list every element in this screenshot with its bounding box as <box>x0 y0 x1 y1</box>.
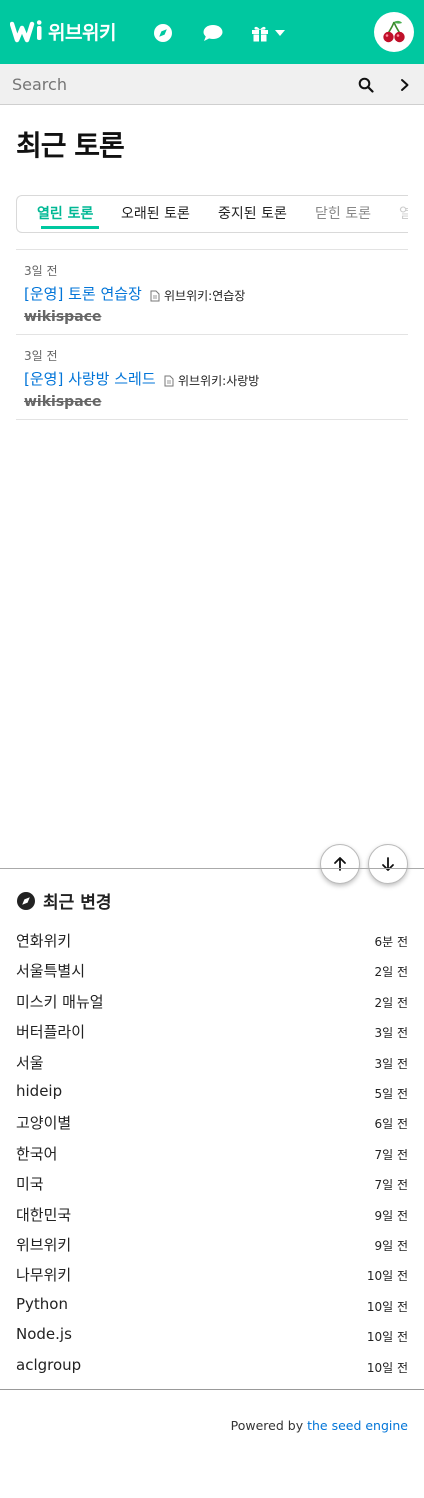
list-item[interactable]: aclgroup 10일 전 <box>16 1350 408 1380</box>
recent-change-time: 10일 전 <box>366 1330 408 1345</box>
search-bar <box>0 64 424 105</box>
list-item[interactable]: 미국 7일 전 <box>16 1167 408 1197</box>
thread-user[interactable]: wikispace <box>24 309 101 325</box>
footer: Powered by the seed engine <box>231 1418 408 1433</box>
recent-change-time: 10일 전 <box>366 1299 408 1314</box>
recent-change-time: 7일 전 <box>374 1147 408 1162</box>
page-title: 최근 토론 <box>16 129 125 162</box>
thread-user[interactable]: wikispace <box>24 394 101 410</box>
recent-change-link[interactable]: 미스키 매뉴얼 <box>16 991 104 1012</box>
recent-change-link[interactable]: 서울특별시 <box>16 960 85 981</box>
list-item[interactable]: 나무위키 10일 전 <box>16 1258 408 1288</box>
seed-engine-link[interactable]: the seed engine <box>307 1418 408 1433</box>
list-item[interactable]: 한국어 7일 전 <box>16 1137 408 1167</box>
recent-change-time: 10일 전 <box>366 1269 408 1284</box>
recent-change-link[interactable]: 연화위키 <box>16 930 71 951</box>
compass-icon[interactable] <box>150 20 176 46</box>
list-item: 3일 전 [운영] 토론 연습장 위브위키:연습장 wikispace <box>16 249 408 334</box>
list-item[interactable]: 서울특별시 2일 전 <box>16 954 408 984</box>
list-item[interactable]: Python 10일 전 <box>16 1289 408 1319</box>
scroll-up-button[interactable] <box>320 844 360 884</box>
recent-change-time: 2일 전 <box>374 995 408 1010</box>
tab-old-discussions[interactable]: 오래된 토론 <box>121 196 190 232</box>
list-item[interactable]: 고양이별 6일 전 <box>16 1106 408 1136</box>
list-item[interactable]: hideip 5일 전 <box>16 1076 408 1106</box>
recent-change-time: 6분 전 <box>374 935 408 949</box>
arrow-up-icon <box>334 857 346 871</box>
tab-overflow[interactable]: 열린 <box>399 196 408 232</box>
thread-title-link[interactable]: [운영] 토론 연습장 <box>24 283 142 304</box>
recent-change-link[interactable]: 고양이별 <box>16 1112 71 1133</box>
tab-closed-discussions[interactable]: 닫힌 토론 <box>315 196 371 232</box>
top-navbar: 위브위키 <box>0 0 424 64</box>
recent-change-time: 9일 전 <box>374 1239 408 1253</box>
recent-change-link[interactable]: Python <box>16 1295 68 1313</box>
recent-change-time: 3일 전 <box>374 1056 408 1071</box>
list-item[interactable]: 버터플라이 3일 전 <box>16 1015 408 1045</box>
compass-icon <box>17 891 35 910</box>
list-item[interactable]: 위브위키 9일 전 <box>16 1228 408 1258</box>
recent-change-time: 2일 전 <box>374 965 408 980</box>
gift-menu-button[interactable] <box>250 20 296 46</box>
document-icon <box>150 290 160 301</box>
list-item: 3일 전 [운영] 사랑방 스레드 위브위키:사랑방 wikispace <box>16 334 408 419</box>
thread-time: 3일 전 <box>24 264 58 278</box>
document-icon <box>164 375 174 386</box>
recent-change-link[interactable]: 위브위키 <box>16 1234 71 1255</box>
brand-name: 위브위키 <box>48 22 116 44</box>
recent-change-time: 9일 전 <box>374 1208 408 1223</box>
recent-change-link[interactable]: aclgroup <box>16 1356 81 1374</box>
arrow-down-icon <box>382 857 394 871</box>
footer-prefix: Powered by <box>230 1418 308 1433</box>
recent-change-time: 6일 전 <box>374 1117 408 1132</box>
recent-change-link[interactable]: 버터플라이 <box>16 1021 85 1042</box>
tab-open-discussions[interactable]: 열린 토론 <box>37 196 100 232</box>
divider <box>0 868 424 869</box>
recent-change-time: 10일 전 <box>366 1360 408 1375</box>
list-item[interactable]: 대한민국 9일 전 <box>16 1198 408 1228</box>
list-item[interactable]: Node.js 10일 전 <box>16 1319 408 1349</box>
recent-change-time: 5일 전 <box>374 1087 408 1101</box>
recent-change-link[interactable]: 미국 <box>16 1173 44 1194</box>
gift-icon <box>252 26 268 42</box>
discussion-tabs: 열린 토론 오래된 토론 중지된 토론 닫힌 토론 열린 <box>16 195 408 233</box>
recent-change-link[interactable]: 서울 <box>16 1052 44 1073</box>
chat-icon[interactable] <box>200 20 226 46</box>
caret-down-icon <box>275 30 285 36</box>
divider <box>16 419 408 420</box>
thread-document[interactable]: 위브위키:연습장 <box>150 287 245 304</box>
divider <box>0 1389 424 1390</box>
tab-paused-discussions[interactable]: 중지된 토론 <box>218 196 287 232</box>
recent-changes-heading: 최근 변경 <box>16 888 111 913</box>
recent-change-link[interactable]: 대한민국 <box>16 1204 71 1225</box>
recent-change-link[interactable]: Node.js <box>16 1325 72 1343</box>
brand-logo[interactable]: 위브위키 <box>10 18 116 45</box>
recent-change-link[interactable]: 한국어 <box>16 1143 57 1164</box>
recent-change-time: 7일 전 <box>374 1178 408 1193</box>
scroll-down-button[interactable] <box>368 844 408 884</box>
search-icon[interactable] <box>354 73 378 97</box>
thread-time: 3일 전 <box>24 349 58 363</box>
recent-change-time: 3일 전 <box>374 1026 408 1041</box>
list-item[interactable]: 미스키 매뉴얼 2일 전 <box>16 985 408 1015</box>
thread-document-label: 위브위키:연습장 <box>164 289 246 303</box>
cherry-avatar[interactable] <box>374 12 414 52</box>
recent-changes-title: 최근 변경 <box>43 893 112 913</box>
recent-change-link[interactable]: hideip <box>16 1082 62 1100</box>
search-input[interactable] <box>0 64 350 104</box>
weve-logo-icon <box>10 19 42 42</box>
list-item[interactable]: 연화위키 6분 전 <box>16 924 408 954</box>
thread-document-label: 위브위키:사랑방 <box>178 374 260 388</box>
chevron-right-icon[interactable] <box>394 73 416 97</box>
thread-title-link[interactable]: [운영] 사랑방 스레드 <box>24 368 156 389</box>
recent-change-link[interactable]: 나무위키 <box>16 1264 71 1285</box>
list-item[interactable]: 서울 3일 전 <box>16 1046 408 1076</box>
thread-document[interactable]: 위브위키:사랑방 <box>164 372 259 389</box>
